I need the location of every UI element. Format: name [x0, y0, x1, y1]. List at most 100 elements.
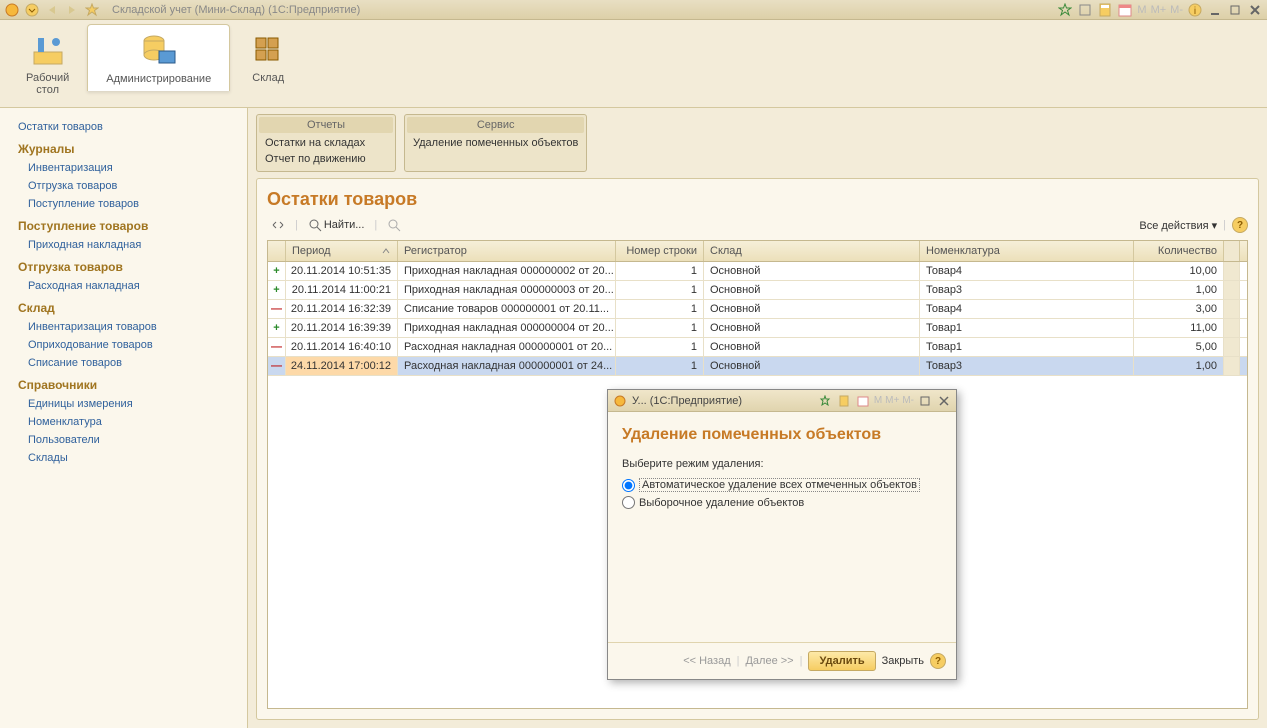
- close-icon[interactable]: [1247, 2, 1263, 18]
- panel-service: Сервис Удаление помеченных объектов: [404, 114, 587, 172]
- page-title: Остатки товаров: [267, 189, 1248, 210]
- delete-dialog: У... (1С:Предприятие) M M+ M- Удаление п…: [607, 389, 957, 680]
- info-icon[interactable]: i: [1187, 2, 1203, 18]
- sidebar: Остатки товаров Журналы Инвентаризация О…: [0, 108, 248, 728]
- cell-period: 20.11.2014 16:32:39: [286, 300, 398, 318]
- calculator-icon[interactable]: [1097, 2, 1113, 18]
- help-button[interactable]: ?: [1232, 217, 1248, 233]
- sidebar-stock[interactable]: Остатки товаров: [0, 118, 247, 136]
- sidebar-warehouse-inventory[interactable]: Инвентаризация товаров: [10, 318, 247, 336]
- panel-reports-stock[interactable]: Остатки на складах: [265, 135, 387, 151]
- cell-nomenclature: Товар4: [920, 262, 1134, 280]
- nav-back-icon[interactable]: [44, 2, 60, 18]
- col-header-row[interactable]: Номер строки: [616, 241, 704, 261]
- dialog-radio-auto[interactable]: Автоматическое удаление всех отмеченных …: [622, 476, 942, 494]
- cell-qty: 1,00: [1134, 281, 1224, 299]
- cell-qty: 1,00: [1134, 357, 1224, 375]
- panel-service-title: Сервис: [407, 117, 584, 133]
- sort-icon: [381, 247, 391, 255]
- cell-scroll: [1224, 338, 1240, 356]
- row-sign-icon: —: [268, 357, 286, 375]
- clear-filter-button[interactable]: [383, 216, 405, 234]
- cell-period: 20.11.2014 16:39:39: [286, 319, 398, 337]
- sidebar-catalogs-users[interactable]: Пользователи: [10, 431, 247, 449]
- panel-service-delete[interactable]: Удаление помеченных объектов: [413, 135, 578, 151]
- sidebar-journals-shipment[interactable]: Отгрузка товаров: [10, 177, 247, 195]
- dialog-delete-button[interactable]: Удалить: [808, 651, 875, 671]
- minimize-icon[interactable]: [1207, 2, 1223, 18]
- dialog-radio-selective[interactable]: Выборочное удаление объектов: [622, 494, 942, 511]
- dialog-next-button: Далее >>: [745, 655, 793, 667]
- dialog-fav-icon[interactable]: [817, 393, 833, 409]
- cell-row: 1: [616, 357, 704, 375]
- cell-scroll: [1224, 319, 1240, 337]
- dialog-maximize-icon[interactable]: [917, 393, 933, 409]
- favorite-icon[interactable]: [84, 2, 100, 18]
- find-label: Найти...: [324, 219, 365, 231]
- tab-desktop[interactable]: Рабочий стол: [8, 24, 87, 102]
- col-header-period[interactable]: Период: [286, 241, 398, 261]
- panel-reports: Отчеты Остатки на складах Отчет по движе…: [256, 114, 396, 172]
- sidebar-catalogs-units[interactable]: Единицы измерения: [10, 395, 247, 413]
- col-header-status[interactable]: [268, 241, 286, 261]
- cell-nomenclature: Товар4: [920, 300, 1134, 318]
- cell-period: 20.11.2014 16:40:10: [286, 338, 398, 356]
- dialog-close-button[interactable]: Закрыть: [882, 655, 924, 667]
- cell-warehouse: Основной: [704, 338, 920, 356]
- mem-mplus-icon: M+: [1151, 4, 1167, 16]
- table-row[interactable]: —20.11.2014 16:32:39Списание товаров 000…: [268, 300, 1247, 319]
- dialog-cal-icon[interactable]: [855, 393, 871, 409]
- table-row[interactable]: —24.11.2014 17:00:12Расходная накладная …: [268, 357, 1247, 376]
- cell-scroll: [1224, 357, 1240, 375]
- sidebar-header-catalogs: Справочники: [0, 372, 247, 395]
- dialog-back-button: << Назад: [683, 655, 730, 667]
- maximize-icon[interactable]: [1227, 2, 1243, 18]
- table-row[interactable]: +20.11.2014 10:51:35Приходная накладная …: [268, 262, 1247, 281]
- sidebar-shipment-invoice[interactable]: Расходная накладная: [10, 277, 247, 295]
- warehouse-icon: [248, 30, 288, 70]
- window-title: Складской учет (Мини-Склад) (1С:Предприя…: [112, 4, 1053, 16]
- col-header-reg[interactable]: Регистратор: [398, 241, 616, 261]
- cell-reg: Списание товаров 000000001 от 20.11...: [398, 300, 616, 318]
- dialog-help-button[interactable]: ?: [930, 653, 946, 669]
- sidebar-warehouse-writeoff[interactable]: Списание товаров: [10, 354, 247, 372]
- titlebar: Складской учет (Мини-Склад) (1С:Предприя…: [0, 0, 1267, 20]
- history-icon[interactable]: [1077, 2, 1093, 18]
- radio-auto-input[interactable]: [622, 479, 635, 492]
- dialog-logo-icon: [612, 393, 628, 409]
- table-row[interactable]: +20.11.2014 16:39:39Приходная накладная …: [268, 319, 1247, 338]
- table-row[interactable]: —20.11.2014 16:40:10Расходная накладная …: [268, 338, 1247, 357]
- nav-forward-icon[interactable]: [64, 2, 80, 18]
- cell-qty: 5,00: [1134, 338, 1224, 356]
- cell-row: 1: [616, 281, 704, 299]
- dialog-close-icon[interactable]: [936, 393, 952, 409]
- tab-desktop-label: Рабочий стол: [26, 72, 69, 96]
- table-row[interactable]: +20.11.2014 11:00:21Приходная накладная …: [268, 281, 1247, 300]
- sidebar-journals-receipt[interactable]: Поступление товаров: [10, 195, 247, 213]
- tab-warehouse-label: Склад: [252, 72, 284, 84]
- cell-reg: Приходная накладная 000000002 от 20...: [398, 262, 616, 280]
- col-header-scroll: [1224, 241, 1240, 261]
- panel-reports-movement[interactable]: Отчет по движению: [265, 151, 387, 167]
- sidebar-journals-inventory[interactable]: Инвентаризация: [10, 159, 247, 177]
- dialog-calc-icon[interactable]: [836, 393, 852, 409]
- dropdown-icon[interactable]: [24, 2, 40, 18]
- sidebar-receipt-invoice[interactable]: Приходная накладная: [10, 236, 247, 254]
- dialog-heading: Удаление помеченных объектов: [622, 426, 942, 444]
- radio-selective-input[interactable]: [622, 496, 635, 509]
- cell-scroll: [1224, 281, 1240, 299]
- dialog-titlebar[interactable]: У... (1С:Предприятие) M M+ M-: [608, 390, 956, 412]
- col-header-nomenclature[interactable]: Номенклатура: [920, 241, 1134, 261]
- tab-warehouse[interactable]: Склад: [230, 24, 306, 90]
- calendar-icon[interactable]: [1117, 2, 1133, 18]
- sidebar-warehouse-gain[interactable]: Оприходование товаров: [10, 336, 247, 354]
- sidebar-catalogs-warehouses[interactable]: Склады: [10, 449, 247, 467]
- tab-admin[interactable]: Администрирование: [87, 24, 230, 91]
- fav-add-icon[interactable]: [1057, 2, 1073, 18]
- col-header-qty[interactable]: Количество: [1134, 241, 1224, 261]
- col-header-warehouse[interactable]: Склад: [704, 241, 920, 261]
- find-button[interactable]: Найти...: [304, 216, 369, 234]
- all-actions-button[interactable]: Все действия ▾: [1139, 219, 1217, 232]
- toggle-columns-button[interactable]: [267, 216, 289, 234]
- sidebar-catalogs-nomenclature[interactable]: Номенклатура: [10, 413, 247, 431]
